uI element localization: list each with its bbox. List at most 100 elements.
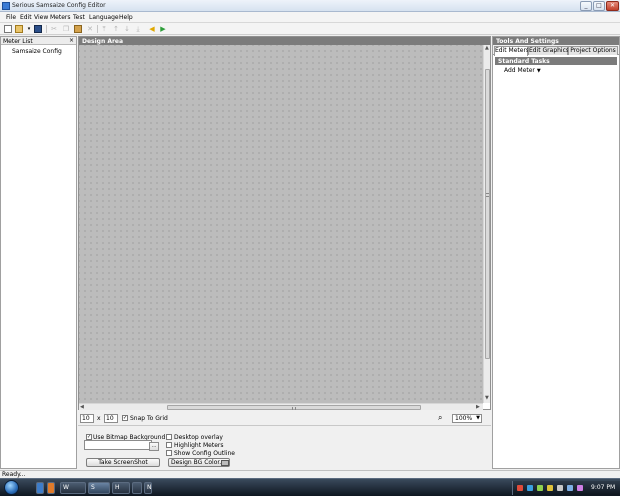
open-icon[interactable]	[15, 25, 23, 33]
quicklaunch-icon[interactable]	[47, 482, 55, 494]
bitmap-path-input[interactable]	[84, 440, 152, 450]
chevron-down-icon: ▼	[536, 68, 541, 74]
menu-meters[interactable]: Meters	[50, 14, 71, 21]
highlight-meters-label: Highlight Meters	[174, 442, 224, 449]
snap-to-grid-label: Snap To Grid	[130, 415, 168, 422]
new-icon[interactable]	[4, 25, 12, 33]
align-bottom-icon[interactable]: ⤓	[134, 25, 142, 33]
design-controls: 10 x 10 ✓ Snap To Grid ⌕ 100% ▼	[78, 411, 491, 425]
title-bar: Serious Samsaize Config Editor _ □ ✕	[0, 0, 620, 12]
grid-x-input[interactable]: 10	[80, 414, 94, 423]
show-outline-checkbox[interactable]	[166, 450, 172, 456]
add-meter-label: Add Meter	[504, 67, 535, 74]
copy-icon[interactable]: ❐	[62, 25, 70, 33]
toolbar: ▾ ✂ ❐ ✕ ⤒ ↑ ↓ ⤓ ◀ ▶	[0, 23, 620, 35]
app-icon	[2, 2, 10, 10]
delete-icon[interactable]: ✕	[86, 25, 94, 33]
quicklaunch-icon[interactable]	[36, 482, 44, 494]
horizontal-scroll-thumb[interactable]	[167, 405, 421, 410]
design-area-title: Design Area	[82, 38, 124, 45]
tray-icon[interactable]	[517, 485, 523, 491]
design-area-header: Design Area	[79, 37, 490, 45]
menu-test[interactable]: Test	[73, 14, 85, 21]
zoom-value: 100%	[455, 415, 473, 422]
menu-bar: File Edit View Meters Test Language Help	[0, 12, 620, 23]
highlight-meters-checkbox[interactable]	[166, 442, 172, 448]
background-options: ✓ Use Bitmap Background ... Take ScreenS…	[78, 425, 491, 469]
menu-file[interactable]: File	[6, 14, 16, 21]
scroll-grip-icon	[486, 193, 489, 197]
meter-list-title: Meter List	[3, 38, 33, 45]
scroll-down-icon[interactable]: ▼	[485, 396, 489, 401]
scroll-up-icon[interactable]: ▲	[485, 46, 489, 51]
browse-button[interactable]: ...	[149, 442, 159, 451]
taskbar-button[interactable]	[132, 482, 142, 494]
network-icon[interactable]	[567, 485, 573, 491]
save-icon[interactable]	[34, 25, 42, 33]
tools-header: Tools And Settings	[493, 37, 619, 45]
menu-view[interactable]: View	[34, 14, 48, 21]
forward-arrow-icon[interactable]: ▶	[159, 25, 167, 33]
tray-icon[interactable]	[537, 485, 543, 491]
take-screenshot-button[interactable]: Take ScreenShot	[86, 458, 160, 467]
design-bg-color-button[interactable]: Design BG Color...	[168, 458, 230, 467]
paste-icon[interactable]	[74, 25, 82, 33]
tools-panel: Tools And Settings Edit Meters Edit Grap…	[492, 36, 620, 469]
tree-item-config[interactable]: Samsaize Config	[12, 48, 62, 55]
scroll-grip-icon	[292, 407, 296, 410]
design-area: Design Area ▲ ▼ ◀ ▶	[78, 36, 491, 410]
start-button[interactable]	[4, 480, 19, 495]
standard-tasks-title: Standard Tasks	[498, 58, 550, 65]
tray-icon[interactable]	[577, 485, 583, 491]
vertical-scrollbar[interactable]: ▲ ▼	[483, 45, 490, 403]
align-top-icon[interactable]: ⤒	[100, 25, 108, 33]
scroll-right-icon[interactable]: ▶	[476, 405, 480, 410]
tab-edit-meters[interactable]: Edit Meters	[494, 46, 529, 56]
standard-tasks-header: Standard Tasks	[495, 57, 617, 65]
tab-project-options[interactable]: Project Options	[568, 46, 618, 55]
zoom-icon[interactable]: ⌕	[438, 413, 442, 423]
move-up-icon[interactable]: ↑	[112, 25, 120, 33]
tray-icon[interactable]	[527, 485, 533, 491]
menu-edit[interactable]: Edit	[20, 14, 32, 21]
horizontal-scrollbar[interactable]: ◀ ▶	[79, 403, 483, 410]
taskbar-button[interactable]: W	[60, 482, 86, 494]
menu-help[interactable]: Help	[119, 14, 133, 21]
design-bg-color-label: Design BG Color...	[171, 459, 226, 466]
show-outline-label: Show Config Outline	[174, 450, 235, 457]
volume-icon[interactable]	[557, 485, 563, 491]
taskbar-button[interactable]: N	[144, 482, 152, 494]
grid-y-input[interactable]: 10	[104, 414, 118, 423]
maximize-button[interactable]: □	[593, 1, 605, 11]
taskbar-button[interactable]: S	[88, 482, 110, 494]
menu-language[interactable]: Language	[89, 14, 119, 21]
meter-list-header: Meter List ×	[1, 37, 76, 45]
add-meter-button[interactable]: Add Meter ▼	[504, 67, 541, 74]
desktop-overlay-label: Desktop overlay	[174, 434, 223, 441]
bg-color-swatch	[221, 460, 229, 466]
tools-tabs: Edit Meters Edit Graphics Project Option…	[493, 45, 619, 56]
move-down-icon[interactable]: ↓	[123, 25, 131, 33]
zoom-select[interactable]: 100% ▼	[452, 414, 482, 423]
meter-list-panel: Meter List × Samsaize Config	[0, 36, 77, 469]
status-text: Ready...	[2, 471, 26, 478]
vertical-scroll-thumb[interactable]	[485, 69, 490, 359]
design-canvas[interactable]	[79, 45, 483, 403]
system-tray: 9:07 PM	[512, 481, 620, 495]
close-panel-icon[interactable]: ×	[69, 37, 74, 44]
tray-icon[interactable]	[547, 485, 553, 491]
taskbar: W S H N 9:07 PM	[0, 478, 620, 496]
desktop-overlay-checkbox[interactable]	[166, 434, 172, 440]
toolbar-separator	[97, 25, 98, 33]
snap-to-grid-checkbox[interactable]: ✓	[122, 415, 128, 421]
tab-edit-graphics[interactable]: Edit Graphics	[528, 46, 569, 55]
scroll-left-icon[interactable]: ◀	[80, 405, 84, 410]
back-arrow-icon[interactable]: ◀	[148, 25, 156, 33]
taskbar-button[interactable]: H	[112, 482, 130, 494]
status-bar: Ready...	[0, 470, 620, 478]
dropdown-icon[interactable]: ▾	[25, 25, 33, 33]
minimize-button[interactable]: _	[580, 1, 592, 11]
close-button[interactable]: ✕	[606, 1, 619, 11]
cut-icon[interactable]: ✂	[50, 25, 58, 33]
toolbar-separator	[46, 25, 47, 33]
